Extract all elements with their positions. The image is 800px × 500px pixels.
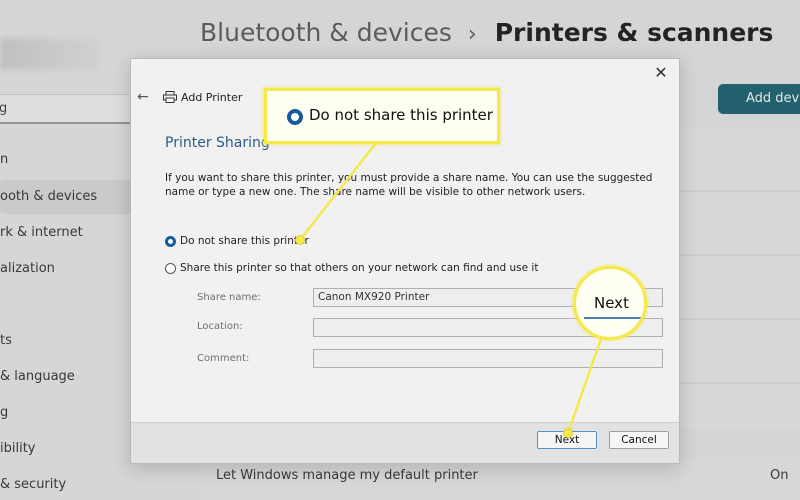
sharing-description: If you want to share this printer, you m… [165, 172, 653, 198]
next-button-callout: Next [573, 266, 647, 340]
default-printer-setting-row: Let Windows manage my default printer On [202, 458, 800, 500]
comment-input[interactable] [313, 349, 663, 368]
user-profile-blurred [0, 38, 100, 70]
settings-search-value: g [0, 101, 8, 116]
cancel-button[interactable]: Cancel [609, 431, 669, 449]
sidebar-item-time-language[interactable]: & language [0, 369, 75, 384]
printer-list-row[interactable] [680, 320, 800, 384]
page-title: Printers & scanners [494, 18, 774, 47]
section-heading: Printer Sharing [165, 135, 270, 151]
add-device-button[interactable]: Add devic [718, 84, 800, 114]
sidebar-item-gaming[interactable]: g [0, 405, 8, 420]
radio-share-printer-label[interactable]: Share this printer so that others on you… [180, 262, 538, 274]
printer-list-row[interactable] [680, 128, 800, 192]
printer-icon [163, 91, 177, 103]
next-callout-underline [584, 317, 644, 319]
radio-selected-icon[interactable] [165, 235, 176, 247]
callout-radio-icon [287, 109, 303, 125]
printer-list-row[interactable] [680, 256, 800, 320]
sidebar-item-bluetooth-devices[interactable]: ooth & devices [0, 189, 97, 204]
radio-share-printer[interactable]: Share this printer so that others on you… [165, 262, 538, 274]
callout-dot [563, 428, 573, 438]
do-not-share-callout: Do not share this printer [264, 88, 500, 144]
sidebar-item-home[interactable]: n [0, 152, 8, 167]
back-arrow-icon[interactable]: ← [137, 89, 149, 105]
radio-do-not-share-label[interactable]: Do not share this printer [180, 235, 309, 247]
do-not-share-callout-text: Do not share this printer [309, 106, 493, 124]
printer-list-row[interactable] [680, 192, 800, 256]
dialog-title: Add Printer [181, 91, 243, 104]
comment-label: Comment: [197, 353, 250, 364]
default-printer-toggle-state[interactable]: On [770, 468, 788, 483]
breadcrumb-separator: › [467, 22, 477, 47]
next-callout-text: Next [594, 294, 629, 312]
sidebar-item-accessibility[interactable]: ibility [0, 441, 36, 456]
share-name-label: Share name: [197, 292, 261, 303]
printer-list-panel [680, 128, 800, 428]
breadcrumb-parent[interactable]: Bluetooth & devices [200, 18, 452, 47]
callout-dot [295, 235, 305, 245]
close-icon[interactable]: ✕ [649, 63, 673, 83]
sidebar-item-accounts[interactable]: ts [0, 333, 12, 348]
sidebar-item-personalization[interactable]: alization [0, 261, 55, 276]
radio-unselected-icon[interactable] [165, 262, 176, 274]
sidebar-item-network-internet[interactable]: rk & internet [0, 225, 83, 240]
radio-do-not-share[interactable]: Do not share this printer [165, 235, 309, 247]
page-breadcrumb: Bluetooth & devices › Printers & scanners [200, 18, 773, 47]
default-printer-label: Let Windows manage my default printer [216, 468, 478, 483]
dialog-footer: Next Cancel [131, 422, 679, 463]
location-label: Location: [197, 321, 243, 332]
sidebar-item-privacy-security[interactable]: & security [0, 477, 66, 492]
